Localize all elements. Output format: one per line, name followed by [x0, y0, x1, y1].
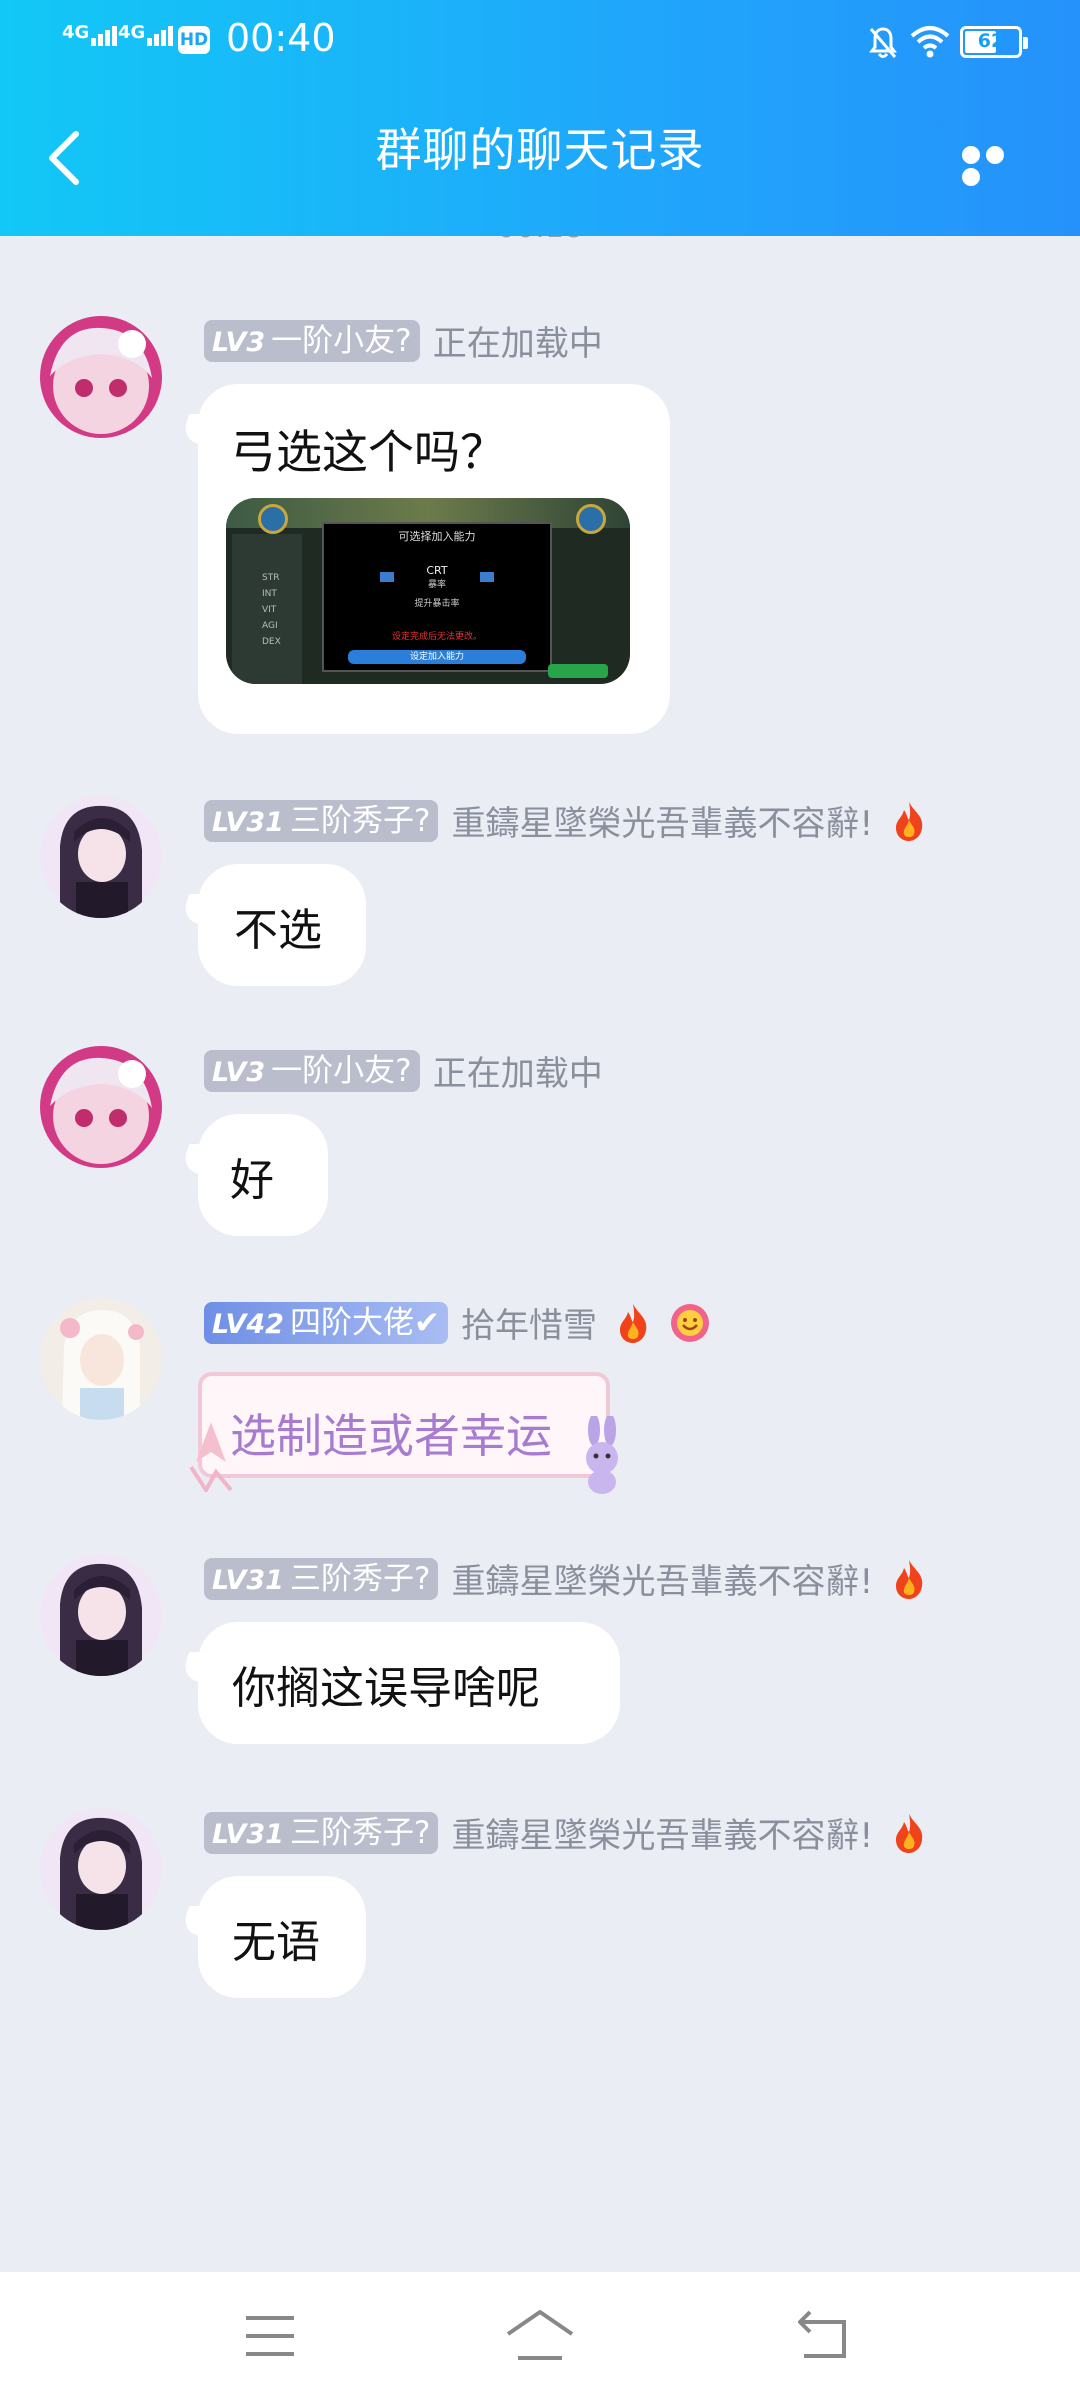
message-bubble[interactable]: 你搁这误导啥呢: [198, 1622, 620, 1744]
level-badge: LV3 一阶小友?: [204, 319, 420, 362]
wifi-icon: [910, 26, 950, 58]
message-bubble[interactable]: 无语: [198, 1876, 366, 1998]
avatar[interactable]: [40, 796, 162, 918]
avatar[interactable]: [40, 1554, 162, 1676]
app-header: 4G 4G HD 00:40 62 群聊的聊天记录: [0, 0, 1080, 236]
fire-icon: [620, 1303, 647, 1343]
sender-info: LV31 三阶秀子? 重鑄星墜榮光吾輩義不容辭!: [204, 1554, 926, 1602]
message-bubble[interactable]: 弓选这个吗？ 可选择加入能力 CRT 暴率 提升暴击率 设定完成后无法更改。 设…: [198, 384, 670, 734]
sender-name: 重鑄星墜榮光吾輩義不容辭!: [451, 1562, 874, 1602]
smile-flower-icon: [671, 1303, 710, 1342]
hd-icon: HD: [178, 26, 210, 54]
page-title: 群聊的聊天记录: [375, 123, 705, 177]
avatar[interactable]: [40, 1298, 162, 1420]
bunny-icon: [586, 1416, 618, 1494]
avatar[interactable]: [40, 1046, 162, 1168]
game-screenshot-image[interactable]: 可选择加入能力 CRT 暴率 提升暴击率 设定完成后无法更改。 设定加入能力 S…: [226, 498, 630, 684]
ribbon-icon: [189, 1422, 233, 1492]
signal-2-icon: 4G: [118, 22, 175, 46]
more-icon[interactable]: [962, 146, 1032, 186]
sender-info: LV31 三阶秀子? 重鑄星墜榮光吾輩義不容辭!: [204, 1808, 926, 1856]
level-badge: LV31 三阶秀子?: [204, 1557, 439, 1600]
level-badge: LV42 四阶大佬✔: [204, 1301, 448, 1344]
sender-name: 重鑄星墜榮光吾輩義不容辭!: [451, 1816, 874, 1856]
sender-name: 正在加载中: [432, 324, 603, 364]
fire-icon: [896, 1813, 923, 1853]
avatar[interactable]: [40, 1808, 162, 1930]
level-badge: LV31 三阶秀子?: [204, 799, 439, 842]
fire-icon: [896, 801, 923, 841]
battery-icon: 62: [960, 26, 1028, 58]
avatar[interactable]: [40, 316, 162, 438]
level-badge: LV3 一阶小友?: [204, 1049, 420, 1092]
sender-info: LV3 一阶小友? 正在加载中: [204, 1046, 603, 1094]
status-bar: 4G 4G HD 00:40 62: [0, 0, 1080, 84]
sender-name: 重鑄星墜榮光吾輩義不容辭!: [451, 804, 874, 844]
message-text: 不选: [234, 905, 322, 956]
message-text: 好: [230, 1155, 274, 1206]
message-text: 选制造或者幸运: [230, 1409, 552, 1463]
status-time: 00:40: [226, 16, 336, 60]
level-badge: LV31 三阶秀子?: [204, 1811, 439, 1854]
system-nav-bar: [0, 2272, 1080, 2400]
message-bubble[interactable]: 好: [198, 1114, 328, 1236]
timestamp: 00:18: [0, 236, 1080, 245]
message-text: 你搁这误导啥呢: [232, 1663, 540, 1714]
sender-info: LV42 四阶大佬✔ 拾年惜雪: [204, 1298, 711, 1346]
bell-off-icon: [869, 27, 897, 58]
return-icon[interactable]: [796, 2310, 848, 2360]
sender-name: 拾年惜雪: [461, 1306, 598, 1346]
message-text: 无语: [232, 1917, 320, 1968]
sticker-bubble[interactable]: 选制造或者幸运: [186, 1366, 626, 1496]
message-text: 弓选这个吗？: [230, 425, 506, 479]
sender-info: LV3 一阶小友? 正在加载中: [204, 316, 603, 364]
message-bubble[interactable]: 不选: [198, 864, 366, 986]
sender-info: LV31 三阶秀子? 重鑄星墜榮光吾輩義不容辭!: [204, 796, 926, 844]
menu-icon[interactable]: [244, 2314, 296, 2358]
fire-icon: [896, 1559, 923, 1599]
home-icon[interactable]: [504, 2308, 576, 2362]
signal-1-icon: 4G: [62, 22, 119, 46]
sender-name: 正在加载中: [432, 1054, 603, 1094]
chat-history[interactable]: 00:18 LV3一阶小友? 正在加载中 弓选这个吗？ 可: [0, 236, 1080, 2272]
